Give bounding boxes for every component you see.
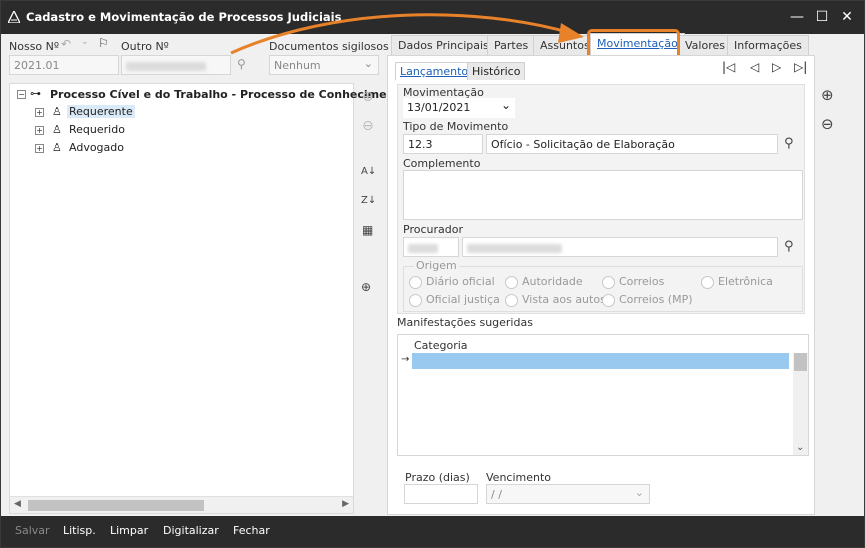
person-icon: ♙	[52, 141, 62, 154]
expand-icon[interactable]: +	[35, 126, 44, 135]
table-row[interactable]	[412, 353, 789, 369]
scroll-down-icon[interactable]: ⌄	[796, 442, 804, 453]
categoria-header: Categoria	[414, 339, 468, 352]
tree-item-requerente[interactable]: Requerente	[67, 105, 135, 118]
procurador-code-input[interactable]	[403, 237, 459, 257]
complemento-textarea[interactable]	[403, 170, 803, 220]
fechar-button[interactable]: Fechar	[233, 524, 270, 537]
add-node-icon[interactable]: ⊕	[362, 89, 374, 105]
close-button[interactable]: ✕	[836, 7, 858, 27]
main-window: Cadastro e Movimentação de Processos Jud…	[0, 0, 865, 548]
complemento-label: Complemento	[403, 157, 481, 170]
app-logo-icon	[8, 11, 20, 23]
expand-icon[interactable]: +	[35, 108, 44, 117]
nosso-label: Nosso Nº	[9, 40, 60, 53]
radio-oficial-justica[interactable]: Oficial justiça	[409, 293, 500, 307]
callout-arrow-icon	[230, 13, 584, 55]
tree-item-advogado[interactable]: Advogado	[69, 141, 124, 154]
subtab-lancamento[interactable]: Lançamento	[395, 62, 474, 80]
manifestacoes-label: Manifestações sugeridas	[397, 316, 533, 329]
outro-input[interactable]	[121, 55, 231, 75]
scroll-left-icon[interactable]: ◀	[14, 499, 21, 509]
procurador-label: Procurador	[403, 223, 463, 236]
tree-horizontal-scrollbar[interactable]: ◀ ▶	[10, 496, 353, 513]
sort-az-icon[interactable]: A↓	[361, 166, 376, 177]
outro-label: Outro Nº	[121, 40, 169, 53]
radio-autoridade[interactable]: Autoridade	[505, 275, 583, 289]
lancamento-form: Movimentação 13/01/2021 ⌄ Tipo de Movime…	[397, 84, 805, 314]
person-icon: ♙	[52, 123, 62, 136]
sort-za-icon[interactable]: Z↓	[361, 195, 376, 206]
scrollbar-thumb[interactable]	[794, 353, 807, 371]
remove-node-icon[interactable]: ⊖	[362, 118, 374, 134]
salvar-button[interactable]: Salvar	[15, 524, 50, 537]
scrollbar-thumb[interactable]	[28, 500, 204, 511]
remove-movement-icon[interactable]: ⊖	[821, 115, 834, 133]
tree-item-requerido[interactable]: Requerido	[69, 123, 125, 136]
undo-icon[interactable]: ↶	[61, 37, 71, 51]
litisp-button[interactable]: Litisp.	[63, 524, 96, 537]
prev-record-icon[interactable]: ◁	[750, 60, 759, 74]
tab-valores[interactable]: Valores	[678, 35, 732, 55]
last-record-icon[interactable]: ▷|	[794, 60, 807, 74]
row-pointer-icon: →	[401, 354, 410, 365]
tab-informacoes[interactable]: Informações	[727, 35, 809, 55]
radio-correios-mp[interactable]: Correios (MP)	[602, 293, 693, 307]
movimentacao-date-input[interactable]: 13/01/2021 ⌄	[403, 98, 515, 118]
radio-diario-oficial[interactable]: Diário oficial	[409, 275, 495, 289]
search-icon[interactable]: ⚲	[784, 136, 794, 151]
manifestacoes-grid[interactable]: Categoria → ⌄	[397, 334, 809, 456]
origem-label: Origem	[414, 259, 459, 272]
limpar-button[interactable]: Limpar	[110, 524, 148, 537]
add-movement-icon[interactable]: ⊕	[821, 86, 834, 104]
movimentacao-panel: Lançamento Histórico |◁ ◁ ▷ ▷| Movimenta…	[387, 55, 815, 515]
minimize-button[interactable]: —	[786, 7, 808, 27]
collapse-icon[interactable]: −	[17, 90, 26, 99]
process-tree[interactable]: − ⊶ Processo Cível e do Trabalho - Proce…	[9, 83, 407, 514]
prazo-label: Prazo (dias)	[405, 471, 470, 484]
chevron-down-icon: ⌄	[500, 98, 511, 112]
digitalizar-button[interactable]: Digitalizar	[163, 524, 219, 537]
radio-vista-autos[interactable]: Vista aos autos	[505, 293, 606, 307]
vencimento-date-input[interactable]: / / ⌄	[486, 484, 650, 504]
radio-eletronica[interactable]: Eletrônica	[701, 275, 773, 289]
tree-root[interactable]: Processo Cível e do Trabalho - Processo …	[50, 88, 407, 101]
radio-correios[interactable]: Correios	[602, 275, 664, 289]
tipo-code-input[interactable]: 12.3	[403, 134, 483, 154]
process-icon: ⊶	[30, 87, 41, 100]
tipo-movimento-label: Tipo de Movimento	[403, 120, 509, 133]
subtab-historico[interactable]: Histórico	[467, 62, 526, 80]
filter-add-icon[interactable]: ⊕	[361, 280, 371, 294]
movimentacao-date-value: 13/01/2021	[407, 101, 471, 114]
person-icon: ♙	[52, 105, 62, 118]
sort-date-icon[interactable]: ▦	[362, 223, 373, 237]
scroll-right-icon[interactable]: ▶	[342, 499, 349, 509]
search-icon[interactable]: ⚲	[784, 239, 794, 254]
chevron-down-icon[interactable]: ⌄	[81, 37, 89, 47]
bookmark-icon[interactable]: ⚐	[98, 36, 109, 50]
vencimento-label: Vencimento	[486, 471, 552, 484]
tipo-desc-input[interactable]: Ofício - Solicitação de Elaboração	[486, 134, 778, 154]
vencimento-value: / /	[491, 488, 502, 501]
prazo-input[interactable]	[404, 484, 478, 504]
bottom-toolbar: Salvar Litisp. Limpar Digitalizar Fechar	[1, 516, 864, 547]
first-record-icon[interactable]: |◁	[722, 60, 735, 74]
next-record-icon[interactable]: ▷	[772, 60, 781, 74]
chevron-down-icon: ⌄	[634, 486, 644, 499]
nosso-input[interactable]: 2021.01	[9, 55, 119, 75]
expand-icon[interactable]: +	[35, 144, 44, 153]
procurador-name-input[interactable]	[462, 237, 778, 257]
maximize-button[interactable]: ☐	[811, 7, 833, 27]
origem-group: Origem Diário oficial Autoridade Correio…	[403, 259, 803, 312]
grid-vertical-scrollbar[interactable]: ⌄	[793, 353, 808, 455]
